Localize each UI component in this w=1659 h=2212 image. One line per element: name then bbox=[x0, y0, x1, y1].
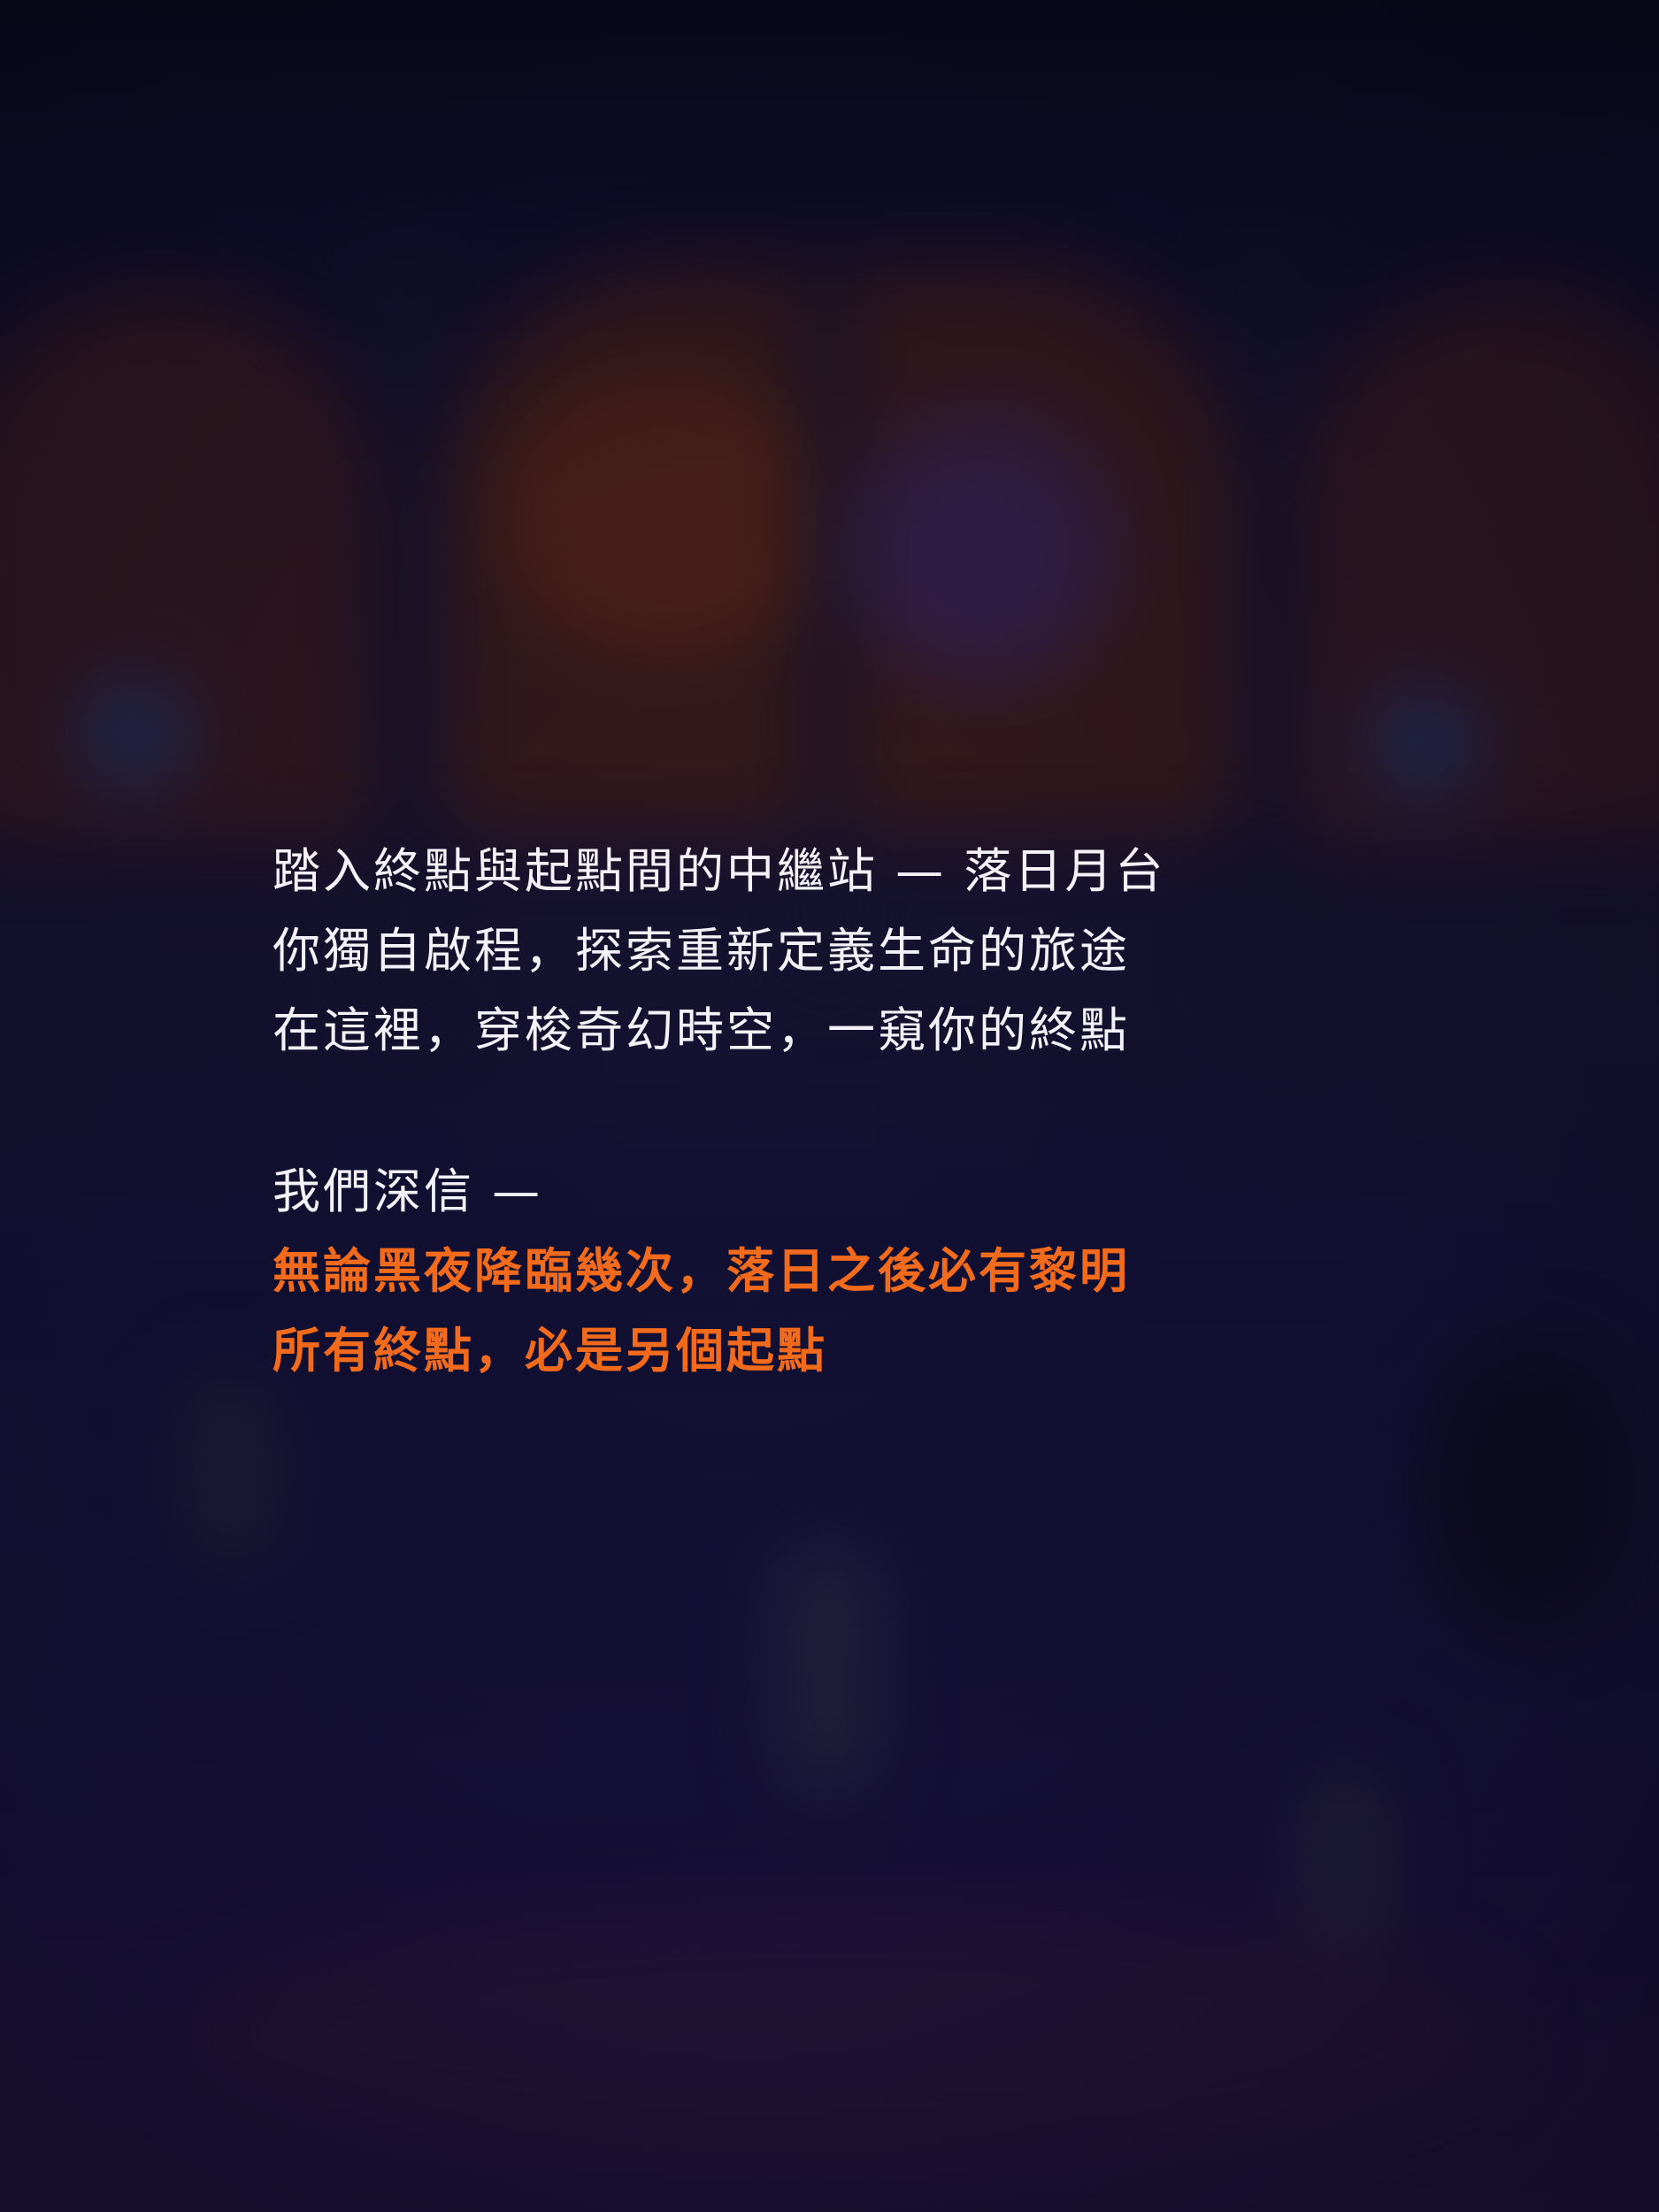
intro-line-1: 踏入終點與起點間的中繼站 — 落日月台 bbox=[273, 843, 1166, 899]
belief-lead: 我們深信 — bbox=[273, 1164, 543, 1219]
intro-line-3: 在這裡，穿梭奇幻時空，一窺你的終點 bbox=[273, 1002, 1130, 1058]
intro-line-2: 你獨自啟程，探索重新定義生命的旅途 bbox=[273, 923, 1130, 979]
belief-highlight-2: 所有終點，必是另個起點 bbox=[273, 1323, 827, 1379]
page: 踏入終點與起點間的中繼站 — 落日月台 你獨自啟程，探索重新定義生命的旅途 在這… bbox=[0, 0, 1659, 2212]
belief-highlight-1: 無論黑夜降臨幾次，落日之後必有黎明 bbox=[273, 1243, 1130, 1299]
story-text-block: 踏入終點與起點間的中繼站 — 落日月台 你獨自啟程，探索重新定義生命的旅途 在這… bbox=[273, 832, 1423, 1391]
